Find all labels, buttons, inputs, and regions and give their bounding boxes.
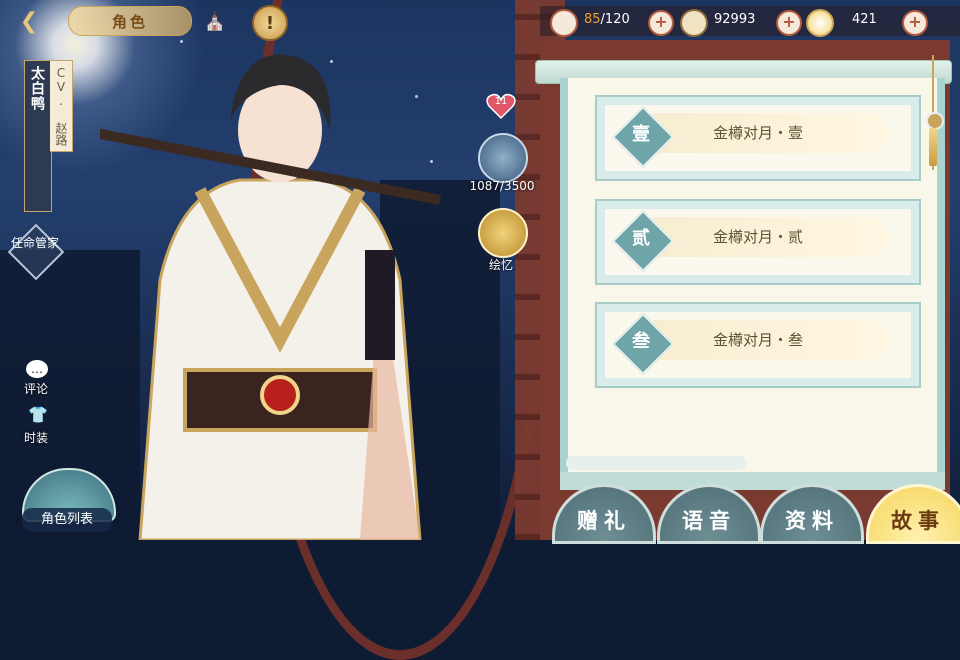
- story-entry[interactable]: 金樽对月・壹 壹: [595, 95, 921, 181]
- character-name: 太白鸭: [29, 66, 45, 111]
- story-badge-number: 叁: [632, 331, 650, 352]
- tab-label: 赠礼: [577, 509, 631, 533]
- stamina-value: 85/120: [584, 12, 630, 27]
- stamina-max: /120: [600, 12, 630, 27]
- character-illustration[interactable]: [100, 40, 460, 540]
- tab-label: 故事: [891, 509, 945, 533]
- page-title-plate: 角色: [68, 6, 192, 36]
- bowl-icon: [550, 9, 578, 37]
- pavilion-icon: ⛪: [203, 10, 227, 32]
- story-badge-number: 贰: [632, 228, 650, 249]
- memory-button[interactable]: [478, 208, 528, 258]
- comment-label: 评论: [24, 382, 49, 396]
- coin-icon: [806, 9, 834, 37]
- add-coin-button[interactable]: +: [902, 10, 928, 36]
- back-button[interactable]: ❮: [12, 6, 46, 36]
- back-arrow-icon: ❮: [19, 8, 39, 34]
- home-button[interactable]: ⛪: [200, 6, 230, 36]
- assign-manager-label: 任命管家: [10, 236, 59, 250]
- affection-count: 11: [494, 96, 508, 107]
- assign-manager-button[interactable]: 任命管家: [7, 223, 65, 281]
- costume-button[interactable]: 👕 时装: [18, 405, 58, 451]
- character-name-plate: 太白鸭 CV. 赵路: [24, 60, 74, 212]
- coin-value: 421: [852, 12, 877, 27]
- page-title: 角色: [111, 12, 148, 31]
- speech-bubble-icon: …: [26, 360, 48, 378]
- story-title: 金樽对月・壹: [712, 124, 803, 142]
- story-title: 金樽对月・贰: [712, 228, 803, 246]
- add-stamina-button[interactable]: +: [648, 10, 674, 36]
- exclamation-icon: !: [265, 12, 275, 34]
- stamina-current: 85: [584, 12, 601, 27]
- memory-label: 绘忆: [488, 258, 513, 272]
- feather-value: 92993: [714, 12, 756, 27]
- shirt-icon: 👕: [28, 405, 48, 424]
- costume-label: 时装: [24, 431, 49, 445]
- alert-button[interactable]: !: [252, 5, 288, 41]
- story-title: 金樽对月・叁: [712, 331, 803, 349]
- add-feather-button[interactable]: +: [776, 10, 802, 36]
- tassel-icon: [929, 128, 937, 166]
- character-list-label: 角色列表: [22, 508, 112, 532]
- tab-label: 资料: [785, 509, 839, 533]
- voice-actor-label: CV. 赵路: [54, 66, 68, 146]
- tab-label: 语音: [682, 509, 736, 533]
- story-entry[interactable]: 金樽对月・叁 叁: [595, 302, 921, 388]
- bond-progress: 1087/3500: [469, 179, 535, 193]
- diamond-frame-icon: [7, 223, 65, 281]
- character-list-button[interactable]: 角色列表: [22, 468, 116, 534]
- story-entry[interactable]: 金樽对月・贰 贰: [595, 199, 921, 285]
- bond-icon[interactable]: [478, 133, 528, 183]
- comment-button[interactable]: … 评论: [18, 360, 58, 400]
- feather-icon: [680, 9, 708, 37]
- story-badge-number: 壹: [632, 124, 650, 145]
- scroll-indicator[interactable]: [566, 456, 746, 470]
